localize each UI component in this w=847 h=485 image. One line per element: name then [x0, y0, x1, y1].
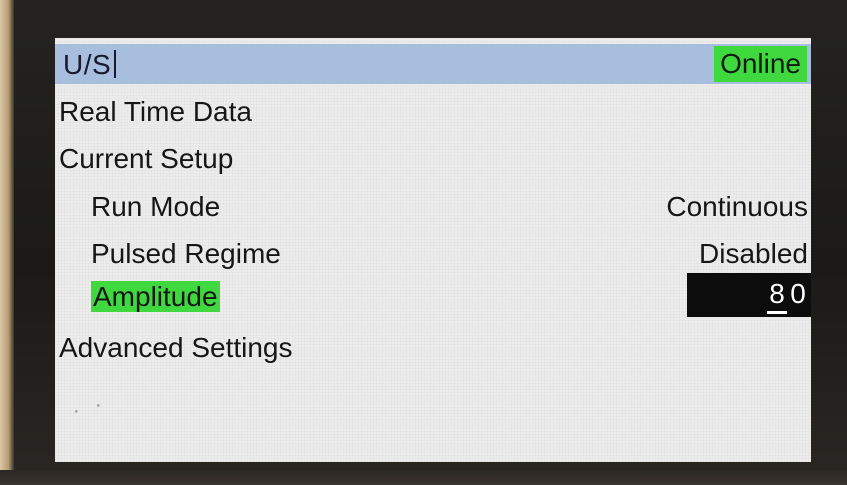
text-cursor [114, 50, 117, 78]
digit-cursor [767, 311, 787, 314]
screen-smudge: · [73, 400, 80, 422]
amplitude-value-editor[interactable]: 8 0 [687, 273, 811, 317]
amplitude-label: Amplitude [91, 281, 220, 312]
status-badge: Online [714, 46, 807, 82]
menu-item-run-mode[interactable]: Run Mode [91, 189, 220, 225]
menu-item-label: Current Setup [59, 143, 234, 174]
pulsed-regime-value: Disabled [699, 238, 808, 269]
run-mode-label: Run Mode [91, 191, 221, 222]
device-bottom-edge [0, 470, 847, 485]
menu-item-amplitude[interactable]: Amplitude [91, 279, 220, 315]
menu-item-advanced-settings[interactable]: Advanced Settings [59, 330, 293, 366]
run-mode-value: Continuous [666, 191, 808, 222]
menu-item-current-setup[interactable]: Current Setup [59, 141, 233, 177]
amplitude-digit-tens[interactable]: 8 [767, 277, 787, 311]
title-bar: U/S Online [55, 44, 811, 84]
device-edge [0, 0, 14, 485]
menu-item-pulsed-regime[interactable]: Pulsed Regime [91, 236, 281, 272]
screen-smudge: · [95, 394, 102, 416]
pulsed-regime-label: Pulsed Regime [91, 238, 281, 269]
screen-title-text: U/S [63, 49, 112, 80]
amplitude-digit-ones[interactable]: 0 [788, 277, 808, 311]
menu-item-real-time-data[interactable]: Real Time Data [59, 94, 252, 130]
lcd-screen: U/S Online Real Time Data Current Setup … [55, 38, 811, 462]
menu-item-label: Real Time Data [59, 96, 252, 127]
menu-item-label: Advanced Settings [59, 332, 293, 363]
screen-title: U/S [63, 49, 117, 81]
